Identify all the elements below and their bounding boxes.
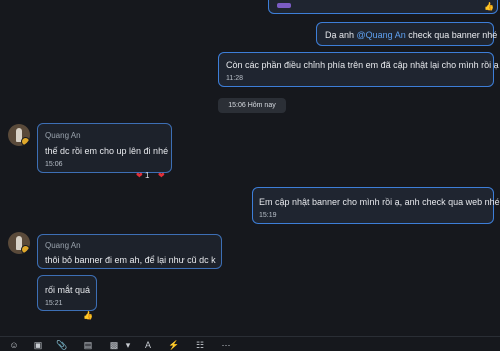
reaction-badge[interactable]: ❤ 1 [136,170,149,182]
message-bubble-outgoing[interactable]: Còn các phần điều chỉnh phía trên em đã … [218,52,499,87]
message-text: Dạ anh @Quang An check qua banner nhé [325,30,498,40]
message-text: thôi bỏ banner đi em ah, để lại như cũ d… [45,255,216,265]
message-bubble-incoming[interactable]: Quang An thế dc rồi em cho up lên đi nhé… [37,123,172,180]
status-icon [21,137,30,146]
avatar[interactable] [8,232,30,254]
flash-icon[interactable]: ⚡ [168,340,180,350]
message-text: thế dc rồi em cho up lên đi nhé [45,146,169,156]
status-icon [21,245,30,254]
heart-icon: ❤ [136,171,143,180]
composer-toolbar: ☺ ▣ 📎 ▤ ▩ ▾ A ⚡ ☷ ⋯ [0,336,500,351]
heart-icon[interactable]: ❤ [158,170,165,182]
message-text: Em cập nhật banner cho mình rồi ạ, anh c… [259,197,500,207]
image-icon[interactable]: ▣ [32,340,44,350]
message-bubble-outgoing[interactable]: Dạ anh @Quang An check qua banner nhé [316,22,498,46]
partial-message-top: 👍 [268,0,498,14]
task-icon[interactable]: ☷ [194,340,206,350]
date-divider: 15:06 Hôm nay [218,98,286,113]
sender-name: Quang An [45,131,81,140]
attachment-chip [277,3,291,8]
message-bubble-outgoing[interactable]: Em cập nhật banner cho mình rồi ạ, anh c… [252,187,500,224]
message-text: Còn các phần điều chỉnh phía trên em đã … [226,60,499,70]
more-icon[interactable]: ⋯ [220,340,232,350]
text-format-icon[interactable]: A [142,340,154,350]
avatar[interactable] [8,124,30,146]
message-bubble-incoming[interactable]: Quang An thôi bỏ banner đi em ah, để lại… [37,234,222,269]
contact-card-icon[interactable]: ▤ [82,340,94,350]
thumbs-up-icon[interactable]: 👍 [484,2,494,11]
chevron-down-icon[interactable]: ▾ [122,340,134,350]
message-time: 11:28 [226,75,243,82]
capture-icon[interactable]: ▩ [108,340,120,350]
message-bubble-incoming[interactable]: rối mắt quá 15:21 [37,275,97,311]
sender-name: Quang An [45,241,81,250]
thumbs-up-icon[interactable]: 👍 [83,311,93,320]
reaction-count: 1 [144,171,150,180]
message-text: rối mắt quá [45,285,91,295]
sticker-icon[interactable]: ☺ [8,340,20,350]
message-time: 15:06 [45,161,63,168]
message-time: 15:19 [259,212,277,219]
mention-link[interactable]: @Quang An [357,30,406,40]
message-time: 15:21 [45,300,63,307]
attachment-icon[interactable]: 📎 [56,340,68,350]
